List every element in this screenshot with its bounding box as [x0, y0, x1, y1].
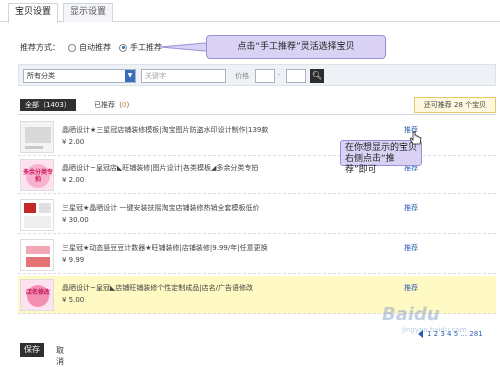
- item-thumbnail[interactable]: 多余分类专拍: [20, 159, 54, 191]
- tab-bar: 宝贝设置 显示设置: [0, 0, 500, 23]
- item-thumbnail[interactable]: [20, 239, 54, 271]
- item-price: ¥ 5.00: [62, 296, 85, 304]
- save-button[interactable]: 保存: [20, 343, 44, 357]
- search-button[interactable]: 🔍︎: [310, 69, 324, 83]
- list-item: 多余分类专拍 晶晒设计~皇冠店◣旺铺装修|图片设计|各类模板◢多余分类专拍 ¥ …: [18, 156, 496, 194]
- list-item: 三星冠★晶晒设计 一键安装扶摇淘宝店铺装修热销全套模板低价 ¥ 30.00 推荐: [18, 196, 496, 234]
- tab-recommended-count: 0: [122, 101, 127, 109]
- item-title[interactable]: 晶晒设计~皇冠◣店铺旺铺装修个性定制成品|店名/广告语修改: [62, 283, 253, 293]
- list-divider: [18, 114, 496, 115]
- tab-display-settings[interactable]: 显示设置: [63, 3, 114, 22]
- item-title[interactable]: 晶晒设计~皇冠店◣旺铺装修|图片设计|各类模板◢多余分类专拍: [62, 163, 258, 173]
- search-icon: 🔍︎: [311, 71, 323, 80]
- price-label: 价格: [235, 72, 249, 80]
- recommend-link[interactable]: 推荐: [404, 243, 418, 253]
- cancel-button[interactable]: 取消: [56, 345, 64, 367]
- item-thumbnail[interactable]: [20, 121, 54, 153]
- product-image-icon: [21, 240, 53, 270]
- product-image-icon: [21, 200, 53, 230]
- tab-recommended-items[interactable]: 已推荐（0）: [94, 100, 133, 110]
- item-price: ¥ 30.00: [62, 216, 89, 224]
- auto-recommend-radio[interactable]: [68, 43, 76, 52]
- list-item: 三星冠★动态竖豆豆计数器★旺铺装修|店铺装修|9.99/年|任意更换 ¥ 9.9…: [18, 236, 496, 274]
- list-item: 晶晒设计★三星冠店铺装修模板|淘宝图片防盗水印设计制作|139款 ¥ 2.00 …: [18, 118, 496, 156]
- tab-all-label: 全部: [25, 101, 39, 109]
- category-select[interactable]: 所有分类 ▼: [23, 69, 136, 83]
- tab-item-settings[interactable]: 宝贝设置: [8, 3, 59, 23]
- price-separator: -: [278, 71, 281, 79]
- item-price: ¥ 9.99: [62, 256, 85, 264]
- filter-bar: 所有分类 ▼ 关键字 价格 - 🔍︎: [18, 64, 496, 86]
- recommend-mode-row: 推荐方式： 自动推荐 手工推荐: [20, 42, 162, 53]
- chevron-down-icon[interactable]: ▼: [125, 70, 135, 82]
- keyword-input[interactable]: 关键字: [141, 69, 226, 83]
- item-thumbnail[interactable]: 店名修改: [20, 279, 54, 311]
- price-min-input[interactable]: [255, 69, 275, 83]
- item-title[interactable]: 晶晒设计★三星冠店铺装修模板|淘宝图片防盗水印设计制作|139款: [62, 125, 268, 135]
- recommend-quota-badge: 还可推荐 28 个宝贝: [414, 97, 496, 113]
- item-title[interactable]: 三星冠★动态竖豆豆计数器★旺铺装修|店铺装修|9.99/年|任意更换: [62, 243, 268, 253]
- item-thumbnail-text: 多余分类专拍: [22, 169, 53, 183]
- hand-cursor-icon: [410, 131, 422, 145]
- item-thumbnail-text: 店名修改: [25, 289, 50, 296]
- manual-recommend-radio[interactable]: [119, 43, 127, 52]
- pagination: 1 2 3 4 5 ... 281: [418, 330, 483, 338]
- product-image-icon: [21, 122, 53, 152]
- item-price: ¥ 2.00: [62, 138, 85, 146]
- recommend-link[interactable]: 推荐: [404, 203, 418, 213]
- page-links[interactable]: 1 2 3 4 5 ... 281: [427, 330, 483, 338]
- watermark-logo: Baidu: [382, 304, 440, 325]
- item-price: ¥ 2.00: [62, 176, 85, 184]
- category-select-value: 所有分类: [27, 72, 55, 80]
- manual-recommend-callout: 点击“手工推荐”灵活选择宝贝: [206, 35, 386, 59]
- tab-all-items[interactable]: 全部（1403）: [20, 99, 76, 111]
- manual-recommend-label[interactable]: 手工推荐: [130, 42, 162, 53]
- item-title[interactable]: 三星冠★晶晒设计 一键安装扶摇淘宝店铺装修热销全套模板低价: [62, 203, 260, 213]
- tab-all-count: 1403: [46, 101, 64, 109]
- price-max-input[interactable]: [286, 69, 306, 83]
- tab-recommended-label: 已推荐: [94, 101, 115, 109]
- auto-recommend-label[interactable]: 自动推荐: [79, 42, 111, 53]
- item-thumbnail[interactable]: [20, 199, 54, 231]
- recommend-link[interactable]: 推荐: [404, 283, 418, 293]
- recommend-mode-label: 推荐方式：: [20, 43, 60, 52]
- prev-page-icon[interactable]: [418, 330, 423, 338]
